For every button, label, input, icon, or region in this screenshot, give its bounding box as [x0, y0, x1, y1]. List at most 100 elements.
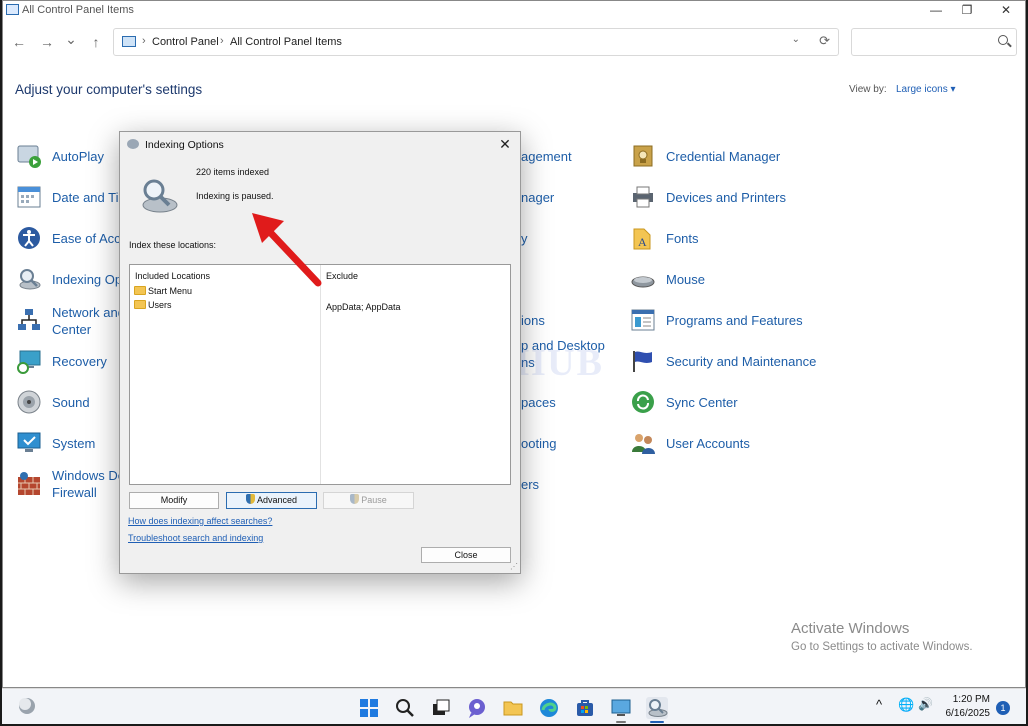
cp-item-user-accounts[interactable]: User Accounts — [630, 428, 830, 464]
cp-item-indexing-options[interactable]: Indexing Op — [16, 264, 122, 300]
start-button[interactable] — [358, 697, 380, 719]
search-icon — [396, 699, 414, 717]
store-button[interactable] — [574, 697, 596, 719]
cp-item-troubleshooting[interactable]: ooting — [521, 428, 621, 464]
weather-icon[interactable] — [17, 696, 37, 716]
forward-button[interactable]: → — [37, 32, 57, 52]
credential-icon — [633, 145, 653, 167]
view-by-dropdown[interactable]: Large icons ▾ — [896, 84, 956, 95]
notification-badge[interactable]: 1 — [996, 701, 1010, 715]
cp-item-color-management[interactable]: agement — [521, 141, 621, 177]
cp-item-programs-features[interactable]: Programs and Features — [630, 305, 830, 341]
refresh-button[interactable]: ⟳ — [819, 33, 830, 49]
recent-locations-button[interactable]: ⌄ — [61, 29, 81, 49]
recovery-icon — [17, 350, 41, 374]
locations-label: Index these locations: — [129, 240, 217, 250]
cp-item-ease-of-access[interactable]: Ease of Acce — [16, 223, 128, 259]
modify-button[interactable]: Modify — [129, 492, 219, 509]
folder-icon — [503, 701, 523, 716]
breadcrumb-all-items[interactable]: All Control Panel Items — [230, 36, 342, 48]
troubleshoot-link[interactable]: Troubleshoot search and indexing — [128, 533, 263, 543]
active-indicator — [650, 721, 664, 723]
cp-item-mouse[interactable]: Mouse — [630, 264, 830, 300]
back-button[interactable]: ← — [9, 32, 29, 52]
speaker-icon — [17, 390, 41, 414]
pause-button[interactable]: Pause — [323, 492, 414, 509]
folder-icon — [134, 300, 146, 309]
volume-icon[interactable]: 🔊 — [918, 697, 933, 711]
control-panel-icon — [6, 4, 19, 15]
cp-item-credential-manager[interactable]: Credential Manager — [630, 141, 830, 177]
items-indexed-count: 220 items indexed — [196, 167, 270, 177]
indexing-help-link[interactable]: How does indexing affect searches? — [128, 516, 272, 526]
mouse-icon — [631, 276, 655, 288]
cp-item-system[interactable]: System — [16, 428, 121, 464]
address-dropdown-button[interactable]: ⌄ — [792, 34, 800, 45]
cp-item-work-folders[interactable]: ers — [521, 469, 621, 505]
cp-item-sync-center[interactable]: Sync Center — [630, 387, 830, 423]
cp-item-security-maintenance[interactable]: Security and Maintenance — [630, 346, 830, 382]
sync-icon — [632, 391, 654, 413]
cp-item-date-time[interactable]: Date and Ti — [16, 182, 121, 218]
cp-item-device-manager[interactable]: nager — [521, 182, 621, 218]
search-input[interactable] — [851, 28, 1017, 56]
folder-icon — [134, 286, 146, 295]
list-item[interactable]: Start Menu — [134, 286, 192, 298]
cp-item-windows-firewall[interactable]: Windows De Firewall — [16, 468, 125, 509]
taskbar-search-button[interactable] — [394, 697, 416, 719]
cp-item-autoplay[interactable]: AutoPlay — [16, 141, 121, 177]
control-panel-icon — [122, 36, 136, 47]
indexing-options-taskbar-button[interactable] — [646, 697, 668, 723]
advanced-button[interactable]: Advanced — [226, 492, 317, 509]
clock-date[interactable]: 6/16/2025 — [942, 708, 991, 719]
activate-windows-subtitle: Go to Settings to activate Windows. — [791, 641, 973, 653]
close-button[interactable]: ✕ — [987, 1, 1025, 19]
resize-grip-icon[interactable]: ⋰ — [510, 562, 518, 571]
flag-icon — [633, 351, 652, 372]
close-dialog-button[interactable]: Close — [421, 547, 511, 563]
indexing-icon — [19, 269, 41, 290]
tray-overflow-button[interactable]: ^ — [876, 697, 882, 712]
up-button[interactable]: ↑ — [86, 32, 106, 52]
taskbar: ^ 🌐 🔊 1:20 PM 6/16/2025 1 — [2, 688, 1026, 724]
breadcrumb-control-panel[interactable]: Control Panel — [152, 36, 219, 48]
control-panel-taskbar-button[interactable] — [610, 697, 632, 723]
view-by-label: View by: — [849, 84, 887, 95]
windows-logo-icon — [360, 699, 378, 717]
edge-button[interactable] — [538, 697, 560, 719]
dialog-close-button[interactable]: ✕ — [496, 135, 514, 153]
autoplay-icon — [17, 145, 41, 168]
running-indicator — [616, 721, 626, 723]
users-icon — [632, 434, 655, 454]
list-item[interactable]: Users — [134, 300, 172, 312]
control-panel-icon — [611, 699, 631, 716]
cp-item-file-history[interactable]: y — [521, 223, 621, 259]
locations-list[interactable]: Included Locations Exclude Start Menu Us… — [129, 264, 511, 485]
edge-icon — [540, 699, 558, 717]
included-locations-header[interactable]: Included Locations — [135, 271, 210, 281]
column-divider — [320, 265, 321, 484]
activate-windows-title: Activate Windows — [791, 620, 910, 637]
chat-button[interactable] — [466, 697, 488, 719]
cp-item-devices-printers[interactable]: Devices and Printers — [630, 182, 830, 218]
indexing-icon — [127, 139, 139, 149]
cp-item-fonts[interactable]: A Fonts — [630, 223, 830, 259]
cp-item-recovery[interactable]: Recovery — [16, 346, 121, 382]
file-explorer-button[interactable] — [502, 697, 524, 719]
breadcrumb-separator: › — [220, 35, 224, 47]
cp-item-phone-modem[interactable]: ions — [521, 305, 621, 341]
cp-item-storage-spaces[interactable]: paces — [521, 387, 621, 423]
indexing-icon — [648, 699, 668, 717]
clock-time[interactable]: 1:20 PM — [942, 694, 990, 705]
task-view-button[interactable] — [430, 697, 452, 719]
cp-item-network-sharing[interactable]: Network and Center — [16, 305, 125, 345]
annotation-arrow — [252, 213, 322, 287]
address-bar[interactable]: › Control Panel › All Control Panel Item… — [113, 28, 839, 56]
exclude-value: AppData; AppData — [326, 302, 401, 312]
cp-item-sound[interactable]: Sound — [16, 387, 121, 423]
svg-text:A: A — [638, 235, 647, 249]
search-icon — [998, 35, 1008, 45]
network-icon[interactable]: 🌐 — [898, 697, 914, 713]
fonts-icon: A — [633, 228, 651, 250]
maximize-button[interactable]: ❐ — [948, 1, 986, 19]
